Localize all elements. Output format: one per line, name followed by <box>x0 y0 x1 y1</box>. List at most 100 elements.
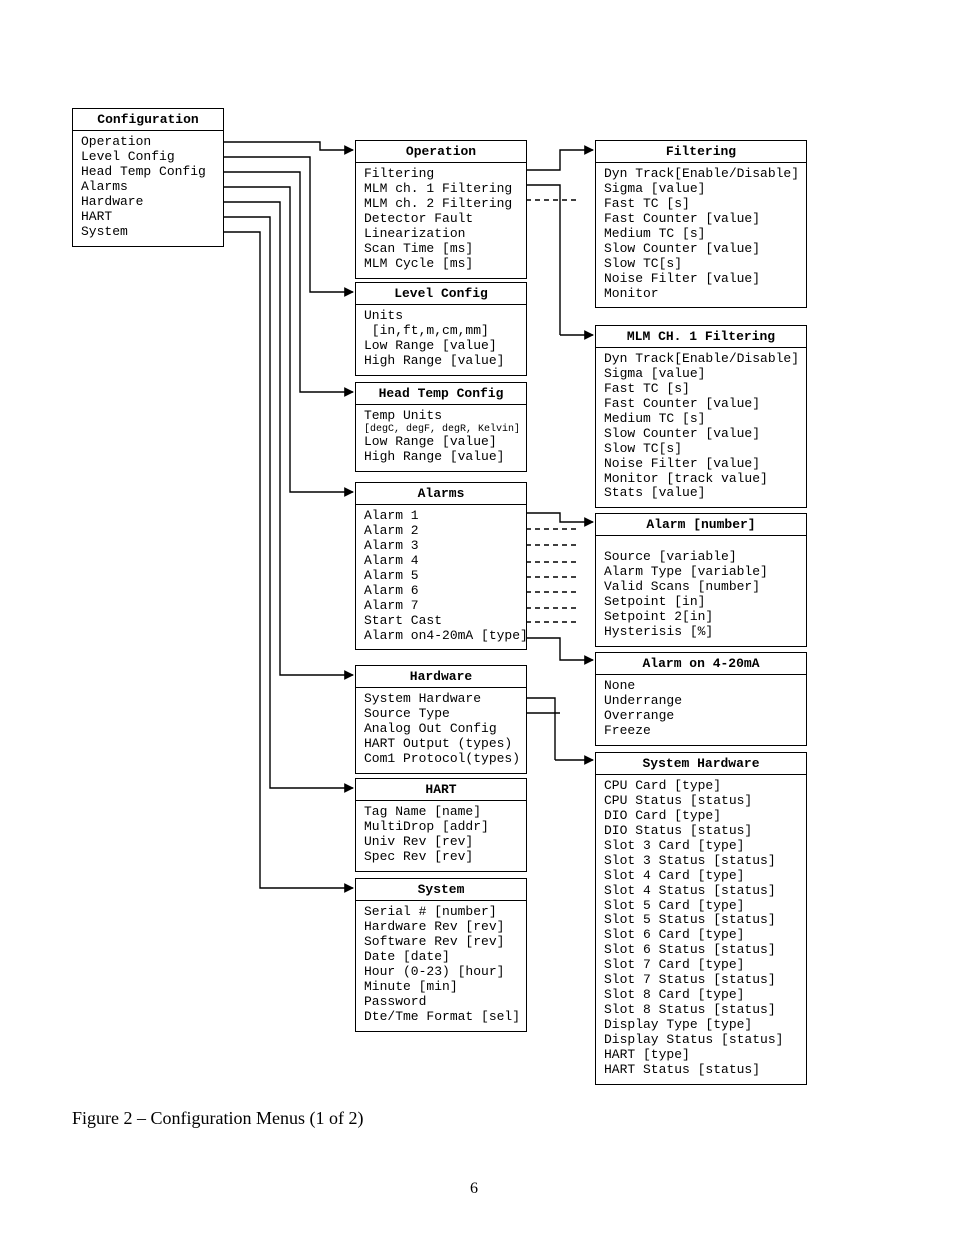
page-number: 6 <box>470 1180 478 1198</box>
list-item: Slot 3 Card [type] <box>604 839 798 854</box>
filtering-box: Filtering Dyn Track[Enable/Disable] Sigm… <box>595 140 807 308</box>
list-item: Hysterisis [%] <box>604 625 798 640</box>
system-hardware-title: System Hardware <box>596 753 806 775</box>
list-item: Overrange <box>604 709 798 724</box>
list-item: Fast TC [s] <box>604 197 798 212</box>
mlm-ch1-filtering-box: MLM CH. 1 Filtering Dyn Track[Enable/Dis… <box>595 325 807 508</box>
filtering-title: Filtering <box>596 141 806 163</box>
configuration-title: Configuration <box>73 109 223 131</box>
list-item: Alarms <box>81 180 215 195</box>
list-item: HART <box>81 210 215 225</box>
list-item: Noise Filter [value] <box>604 272 798 287</box>
list-item: None <box>604 679 798 694</box>
list-item: MultiDrop [addr] <box>364 820 518 835</box>
list-item: Fast Counter [value] <box>604 212 798 227</box>
list-item: High Range [value] <box>364 450 518 465</box>
configuration-box: Configuration Operation Level Config Hea… <box>72 108 224 247</box>
list-item: Slot 8 Status [status] <box>604 1003 798 1018</box>
system-hardware-box: System Hardware CPU Card [type] CPU Stat… <box>595 752 807 1085</box>
list-item: DIO Status [status] <box>604 824 798 839</box>
list-item: Slot 7 Status [status] <box>604 973 798 988</box>
list-item: High Range [value] <box>364 354 518 369</box>
list-item: Hardware <box>81 195 215 210</box>
list-item: Monitor <box>604 287 798 302</box>
list-item: [in,ft,m,cm,mm] <box>364 324 518 339</box>
operation-box: Operation Filtering MLM ch. 1 Filtering … <box>355 140 527 279</box>
alarm-420-body: None Underrange Overrange Freeze <box>596 675 806 741</box>
list-item: Low Range [value] <box>364 435 518 450</box>
list-item: Start Cast <box>364 614 518 629</box>
list-item: Linearization <box>364 227 518 242</box>
list-item: CPU Status [status] <box>604 794 798 809</box>
mlm-ch1-filtering-body: Dyn Track[Enable/Disable] Sigma [value] … <box>596 348 806 503</box>
list-item: Slot 3 Status [status] <box>604 854 798 869</box>
list-item: MLM Cycle [ms] <box>364 257 518 272</box>
list-item: DIO Card [type] <box>604 809 798 824</box>
list-item: Setpoint 2[in] <box>604 610 798 625</box>
alarm-number-body: Source [variable] Alarm Type [variable] … <box>596 536 806 642</box>
list-item: Source [variable] <box>604 550 798 565</box>
list-item: Dyn Track[Enable/Disable] <box>604 352 798 367</box>
list-item: Head Temp Config <box>81 165 215 180</box>
list-item: Dyn Track[Enable/Disable] <box>604 167 798 182</box>
level-config-title: Level Config <box>356 283 526 305</box>
list-item: Alarm on4-20mA [type] <box>364 629 518 644</box>
list-item: Slot 4 Card [type] <box>604 869 798 884</box>
list-item: Serial # [number] <box>364 905 518 920</box>
list-item: Hour (0-23) [hour] <box>364 965 518 980</box>
list-item: MLM ch. 2 Filtering <box>364 197 518 212</box>
hardware-title: Hardware <box>356 666 526 688</box>
list-item: Alarm 2 <box>364 524 518 539</box>
list-item: Alarm Type [variable] <box>604 565 798 580</box>
list-item: Alarm 3 <box>364 539 518 554</box>
mlm-ch1-filtering-title: MLM CH. 1 Filtering <box>596 326 806 348</box>
list-item: Password <box>364 995 518 1010</box>
list-item: HART Status [status] <box>604 1063 798 1078</box>
filtering-body: Dyn Track[Enable/Disable] Sigma [value] … <box>596 163 806 303</box>
list-item: Level Config <box>81 150 215 165</box>
list-item: System Hardware <box>364 692 518 707</box>
operation-body: Filtering MLM ch. 1 Filtering MLM ch. 2 … <box>356 163 526 274</box>
list-item: Detector Fault <box>364 212 518 227</box>
alarm-420-box: Alarm on 4-20mA None Underrange Overrang… <box>595 652 807 746</box>
configuration-body: Operation Level Config Head Temp Config … <box>73 131 223 242</box>
list-item: Alarm 6 <box>364 584 518 599</box>
list-item: Monitor [track value] <box>604 472 798 487</box>
alarms-box: Alarms Alarm 1 Alarm 2 Alarm 3 Alarm 4 A… <box>355 482 527 650</box>
list-item: Dte/Tme Format [sel] <box>364 1010 518 1025</box>
list-item: Spec Rev [rev] <box>364 850 518 865</box>
list-item: Stats [value] <box>604 486 798 501</box>
list-item: Freeze <box>604 724 798 739</box>
list-item: Slot 6 Status [status] <box>604 943 798 958</box>
list-item: System <box>81 225 215 240</box>
list-item: MLM ch. 1 Filtering <box>364 182 518 197</box>
list-item: Slot 4 Status [status] <box>604 884 798 899</box>
hart-box: HART Tag Name [name] MultiDrop [addr] Un… <box>355 778 527 872</box>
list-item: Alarm 5 <box>364 569 518 584</box>
system-title: System <box>356 879 526 901</box>
list-item: Alarm 7 <box>364 599 518 614</box>
system-box: System Serial # [number] Hardware Rev [r… <box>355 878 527 1032</box>
alarm-number-title: Alarm [number] <box>596 514 806 536</box>
hardware-body: System Hardware Source Type Analog Out C… <box>356 688 526 769</box>
system-body: Serial # [number] Hardware Rev [rev] Sof… <box>356 901 526 1027</box>
list-item: Operation <box>81 135 215 150</box>
list-item: Date [date] <box>364 950 518 965</box>
list-item: Slot 8 Card [type] <box>604 988 798 1003</box>
list-item: Valid Scans [number] <box>604 580 798 595</box>
alarm-number-box: Alarm [number] Source [variable] Alarm T… <box>595 513 807 647</box>
list-item: Temp Units <box>364 409 518 424</box>
list-item: Slot 7 Card [type] <box>604 958 798 973</box>
list-item: Slow Counter [value] <box>604 427 798 442</box>
list-item: Medium TC [s] <box>604 412 798 427</box>
list-item: Fast Counter [value] <box>604 397 798 412</box>
list-item: Filtering <box>364 167 518 182</box>
list-item: Slow TC[s] <box>604 442 798 457</box>
alarms-body: Alarm 1 Alarm 2 Alarm 3 Alarm 4 Alarm 5 … <box>356 505 526 645</box>
list-item: Source Type <box>364 707 518 722</box>
level-config-body: Units [in,ft,m,cm,mm] Low Range [value] … <box>356 305 526 371</box>
list-item: Units <box>364 309 518 324</box>
list-item: Scan Time [ms] <box>364 242 518 257</box>
list-item: Hardware Rev [rev] <box>364 920 518 935</box>
list-item: Low Range [value] <box>364 339 518 354</box>
